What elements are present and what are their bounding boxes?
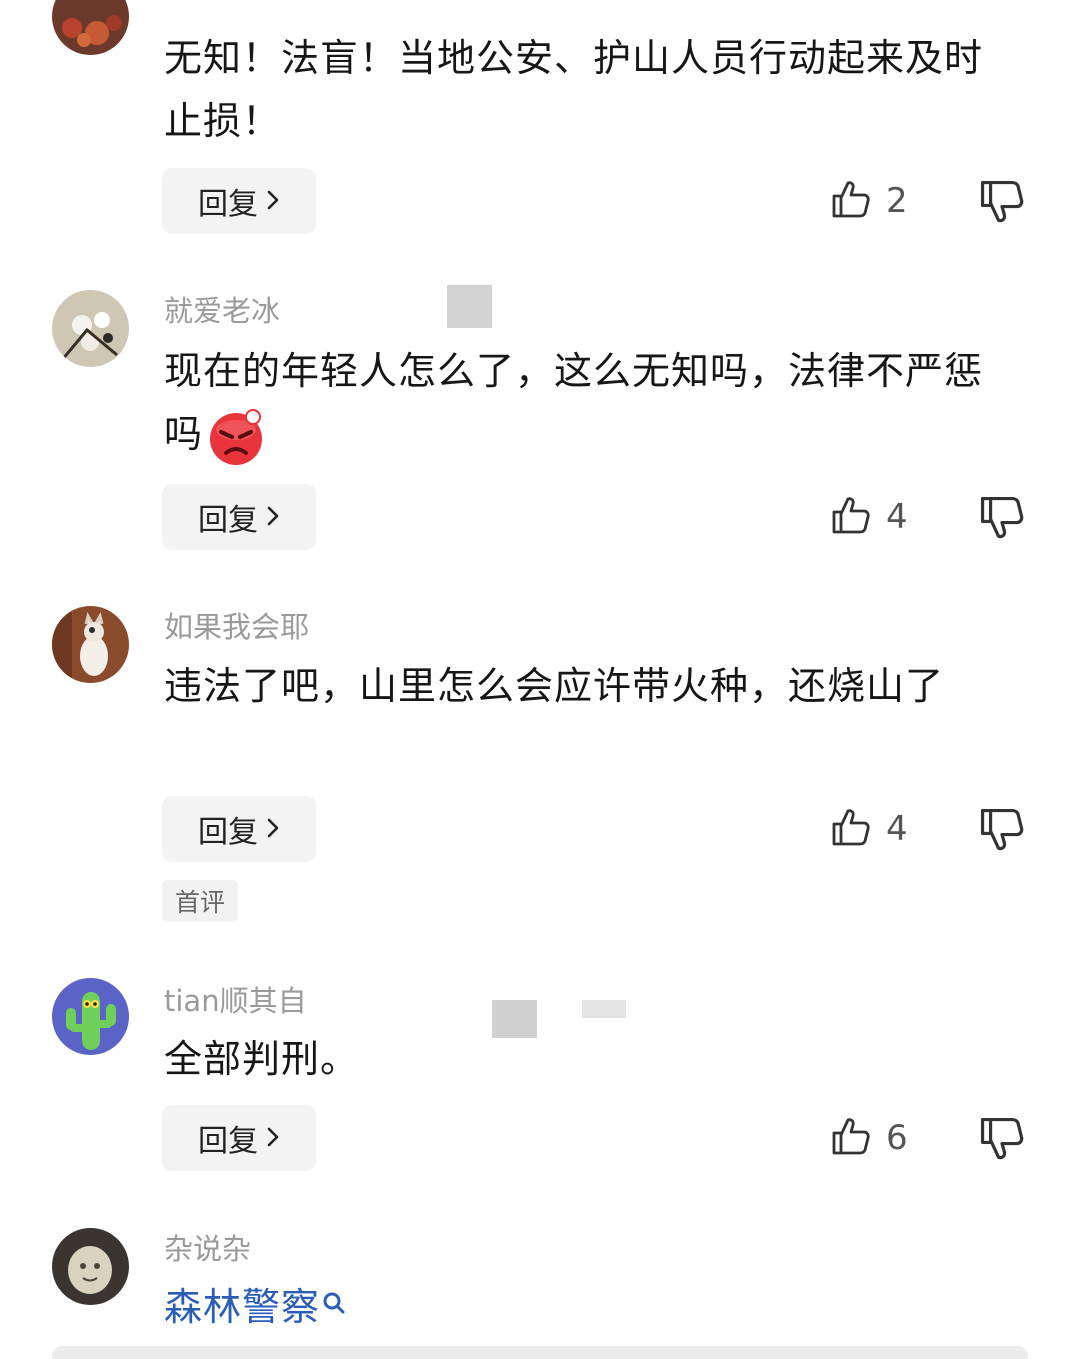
angry-face-icon — [207, 408, 265, 466]
reply-label: 回复 — [198, 503, 258, 538]
blurred-region — [582, 1000, 626, 1018]
chevron-right-icon — [266, 184, 280, 219]
username[interactable]: 如果我会耶 — [164, 609, 309, 645]
avatar[interactable] — [52, 290, 129, 367]
comment-text: 无知！法盲！当地公安、护山人员行动起来及时止损！ — [164, 36, 984, 143]
like-button[interactable]: 2 — [830, 176, 908, 226]
thumbs-down-icon[interactable] — [978, 806, 1026, 854]
thumbs-up-icon — [830, 806, 872, 852]
blurred-region — [447, 285, 492, 328]
hashtag-link[interactable]: 森林警察 — [164, 1285, 320, 1329]
username[interactable]: 杂说杂 — [164, 1231, 251, 1267]
reply-label: 回复 — [198, 1124, 258, 1159]
comment-text: 现在的年轻人怎么了，这么无知吗，法律不严惩吗 — [164, 340, 1014, 466]
reply-label: 回复 — [198, 815, 258, 850]
thumbs-up-icon — [830, 1115, 872, 1161]
search-icon[interactable] — [322, 1276, 346, 1339]
comment-text: 全部判刑。 — [164, 1037, 360, 1081]
chevron-right-icon — [266, 500, 280, 535]
comment-text-content: 现在的年轻人怎么了，这么无知吗，法律不严惩吗 — [164, 349, 984, 456]
thumbs-up-icon — [830, 178, 872, 224]
like-count: 6 — [886, 1118, 908, 1158]
like-count: 4 — [886, 809, 908, 849]
like-button[interactable]: 4 — [830, 804, 908, 854]
chevron-right-icon — [266, 1121, 280, 1156]
like-button[interactable]: 4 — [830, 492, 908, 542]
like-button[interactable]: 6 — [830, 1113, 908, 1163]
avatar[interactable] — [52, 0, 129, 55]
thumbs-up-icon — [830, 494, 872, 540]
reply-button[interactable]: 回复 — [162, 484, 316, 550]
thumbs-down-icon[interactable] — [978, 494, 1026, 542]
reply-button[interactable]: 回复 — [162, 168, 316, 234]
avatar[interactable] — [52, 606, 129, 683]
reply-button[interactable]: 回复 — [162, 796, 316, 862]
username[interactable]: 就爱老冰 — [164, 293, 280, 329]
chevron-right-icon — [266, 812, 280, 847]
bottom-bar — [52, 1346, 1028, 1359]
reply-button[interactable]: 回复 — [162, 1105, 316, 1171]
like-count: 2 — [886, 181, 908, 221]
thumbs-down-icon[interactable] — [978, 1115, 1026, 1163]
comment-text: 违法了吧，山里怎么会应许带火种，还烧山了 — [164, 664, 945, 708]
first-comment-badge: 首评 — [162, 880, 238, 922]
avatar[interactable] — [52, 978, 129, 1055]
reply-label: 回复 — [198, 187, 258, 222]
avatar[interactable] — [52, 1228, 129, 1305]
thumbs-down-icon[interactable] — [978, 178, 1026, 226]
like-count: 4 — [886, 497, 908, 537]
comment-text: 森林警察 — [164, 1276, 1014, 1339]
username[interactable]: tian顺其自 — [164, 983, 307, 1019]
